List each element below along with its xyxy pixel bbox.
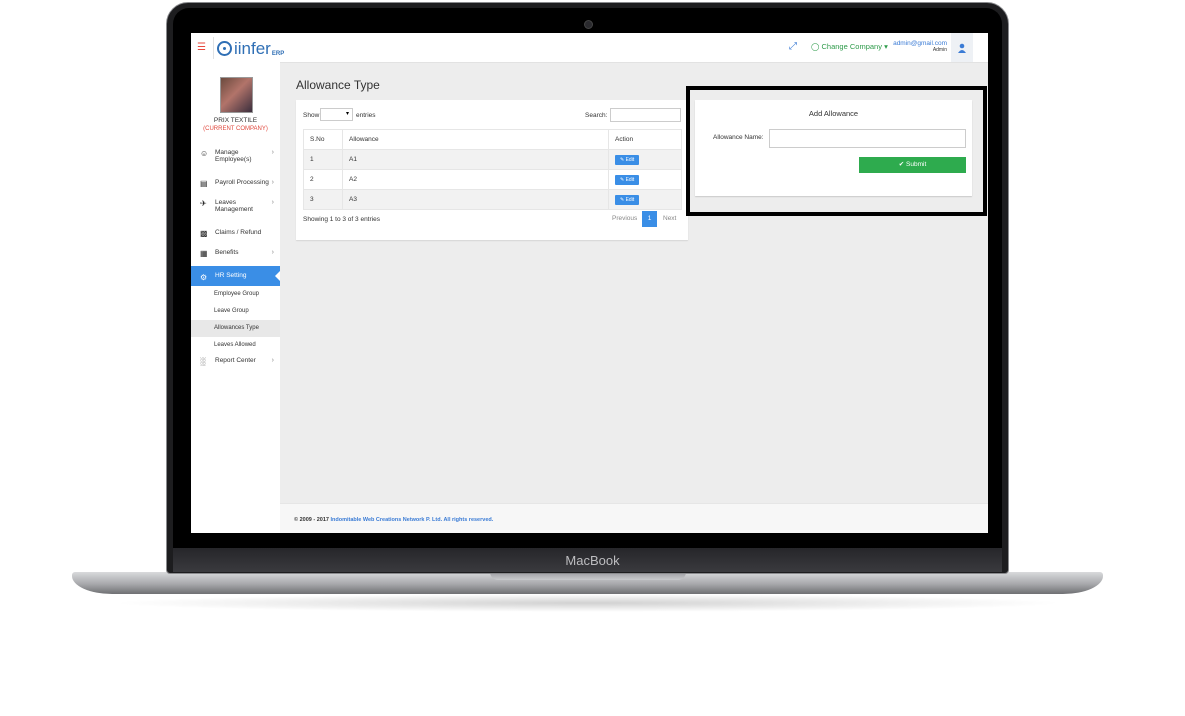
footer: © 2009 - 2017 Indomitable Web Creations … [280, 503, 988, 533]
company-avatar [220, 77, 253, 113]
table-row: 3 A3 ✎ Edit [303, 189, 682, 210]
cell-allowance: A2 [342, 169, 609, 190]
footer-text: © 2009 - 2017 Indomitable Web Creations … [294, 517, 493, 523]
chevron-right-icon: › [271, 179, 274, 186]
admin-email: admin@gmail.com [893, 40, 947, 47]
sidebar-item-manage-employees[interactable]: ☺ Manage Employee(s) › [191, 146, 280, 176]
company-subtitle: (CURRENT COMPANY) [203, 126, 268, 132]
edit-icon: ✎ [620, 196, 625, 203]
sidebar-item-label: Benefits [215, 249, 239, 256]
company-name: PRIX TEXTILE [213, 117, 258, 124]
gear-icon: ⚙ [200, 273, 208, 282]
sidebar-item-benefits[interactable]: ▦ Benefits › [191, 246, 280, 266]
cell-action: ✎ Edit [608, 169, 682, 190]
device-label: MacBook [565, 553, 620, 568]
table-row: 1 A1 ✎ Edit [303, 149, 682, 170]
sidebar-subitem-employee-group[interactable]: Employee Group [191, 286, 280, 303]
sidebar: PRIX TEXTILE (CURRENT COMPANY) ☺ Manage … [191, 62, 280, 533]
plane-icon: ✈ [200, 199, 207, 208]
column-header-sno[interactable]: S.No [303, 129, 343, 150]
pagination-previous[interactable]: Previous [612, 215, 637, 222]
edit-label: Edit [625, 196, 635, 203]
search-label: Search: [585, 112, 608, 119]
cell-action: ✎ Edit [608, 149, 682, 170]
user-menu-button[interactable] [951, 33, 973, 62]
entries-label: entries [356, 112, 376, 119]
sidebar-item-hr-setting[interactable]: ⚙ HR Setting [191, 266, 280, 286]
edit-label: Edit [625, 176, 635, 183]
sidebar-item-label: Claims / Refund [215, 229, 262, 236]
sidebar-item-label: Manage Employee(s) [215, 149, 252, 163]
cell-sno: 2 [303, 169, 343, 190]
table-header-row: S.No Allowance Action [303, 129, 682, 150]
chevron-right-icon: › [271, 357, 274, 364]
admin-role: Admin [932, 47, 947, 53]
user-icon [958, 43, 966, 53]
table-info: Showing 1 to 3 of 3 entries [303, 216, 380, 223]
top-bar: ☰ iinfer ERP ⤢ ◯ Change Company ▾ admin@… [191, 33, 988, 63]
table-row: 2 A2 ✎ Edit [303, 169, 682, 190]
pagination-page[interactable]: 1 [642, 211, 657, 227]
search-input[interactable] [610, 108, 681, 122]
sidebar-item-payroll-processing[interactable]: ▤ Payroll Processing › [191, 176, 280, 196]
sidebar-subitem-allowances-type[interactable]: Allowances Type [191, 320, 280, 337]
footer-company-link[interactable]: Indomitable Web Creations Network P. Ltd… [330, 517, 493, 523]
sidebar-item-report-center[interactable]: ░ Report Center › [191, 354, 280, 374]
laptop-shadow [110, 594, 1065, 612]
admin-info[interactable]: admin@gmail.com Admin [881, 40, 947, 53]
edit-label: Edit [625, 156, 635, 163]
logo-text: iinfer [234, 39, 271, 58]
sidebar-item-label: Report Center [215, 357, 256, 364]
sidebar-item-claims-refund[interactable]: ▩ Claims / Refund [191, 226, 280, 246]
cell-allowance: A1 [342, 149, 609, 170]
gift-icon: ▦ [200, 249, 208, 258]
allowance-table: S.No Allowance Action 1 A1 ✎ Edit 2 A2 ✎… [303, 129, 682, 210]
entries-select[interactable]: ▾ [320, 108, 353, 121]
sidebar-item-label: Payroll Processing [215, 179, 269, 186]
edit-button[interactable]: ✎ Edit [615, 154, 640, 165]
cell-action: ✎ Edit [608, 189, 682, 210]
highlight-box [686, 86, 987, 216]
edit-icon: ✎ [620, 176, 625, 183]
page-title: Allowance Type [296, 78, 380, 92]
bar-chart-icon: ░ [200, 357, 206, 366]
divider [213, 37, 214, 59]
hamburger-icon[interactable]: ☰ [197, 42, 206, 53]
user-icon: ☺ [200, 149, 209, 158]
column-header-action[interactable]: Action [608, 129, 682, 150]
cell-sno: 1 [303, 149, 343, 170]
allowance-table-panel: Show ▾ entries Search: S.No Allowance Ac… [296, 100, 688, 240]
edit-button[interactable]: ✎ Edit [615, 174, 640, 185]
refresh-icon: ◯ [811, 42, 820, 51]
footer-prefix: © 2009 - 2017 [294, 517, 331, 523]
sidebar-subitem-leaves-allowed[interactable]: Leaves Allowed [191, 337, 280, 354]
sidebar-nav: ☺ Manage Employee(s) › ▤ Payroll Process… [191, 146, 280, 374]
column-header-allowance[interactable]: Allowance [342, 129, 609, 150]
edit-button[interactable]: ✎ Edit [615, 194, 640, 205]
fullscreen-icon[interactable]: ⤢ [789, 41, 797, 52]
logo-circle-icon [217, 41, 232, 56]
sidebar-item-label: Leaves Management [215, 199, 253, 213]
show-label: Show [303, 112, 320, 119]
sidebar-item-leaves-management[interactable]: ✈ Leaves Management › [191, 196, 280, 226]
sidebar-item-label: HR Setting [215, 272, 247, 279]
cell-sno: 3 [303, 189, 343, 210]
edit-icon: ✎ [620, 156, 625, 163]
chevron-right-icon: › [271, 199, 274, 206]
sidebar-subitem-leave-group[interactable]: Leave Group [191, 303, 280, 320]
camera-icon [584, 20, 593, 29]
chevron-right-icon: › [271, 249, 274, 256]
payroll-icon: ▤ [200, 179, 208, 188]
chevron-right-icon: › [271, 149, 274, 156]
cell-allowance: A3 [342, 189, 609, 210]
pagination-next[interactable]: Next [663, 215, 676, 222]
change-company-dropdown[interactable]: ◯ Change Company ▾ [811, 42, 888, 51]
change-company-label: Change Company [821, 42, 882, 51]
logo-suffix: ERP [271, 51, 285, 57]
app-logo[interactable]: iinfer ERP [217, 35, 284, 59]
money-icon: ▩ [200, 229, 208, 238]
